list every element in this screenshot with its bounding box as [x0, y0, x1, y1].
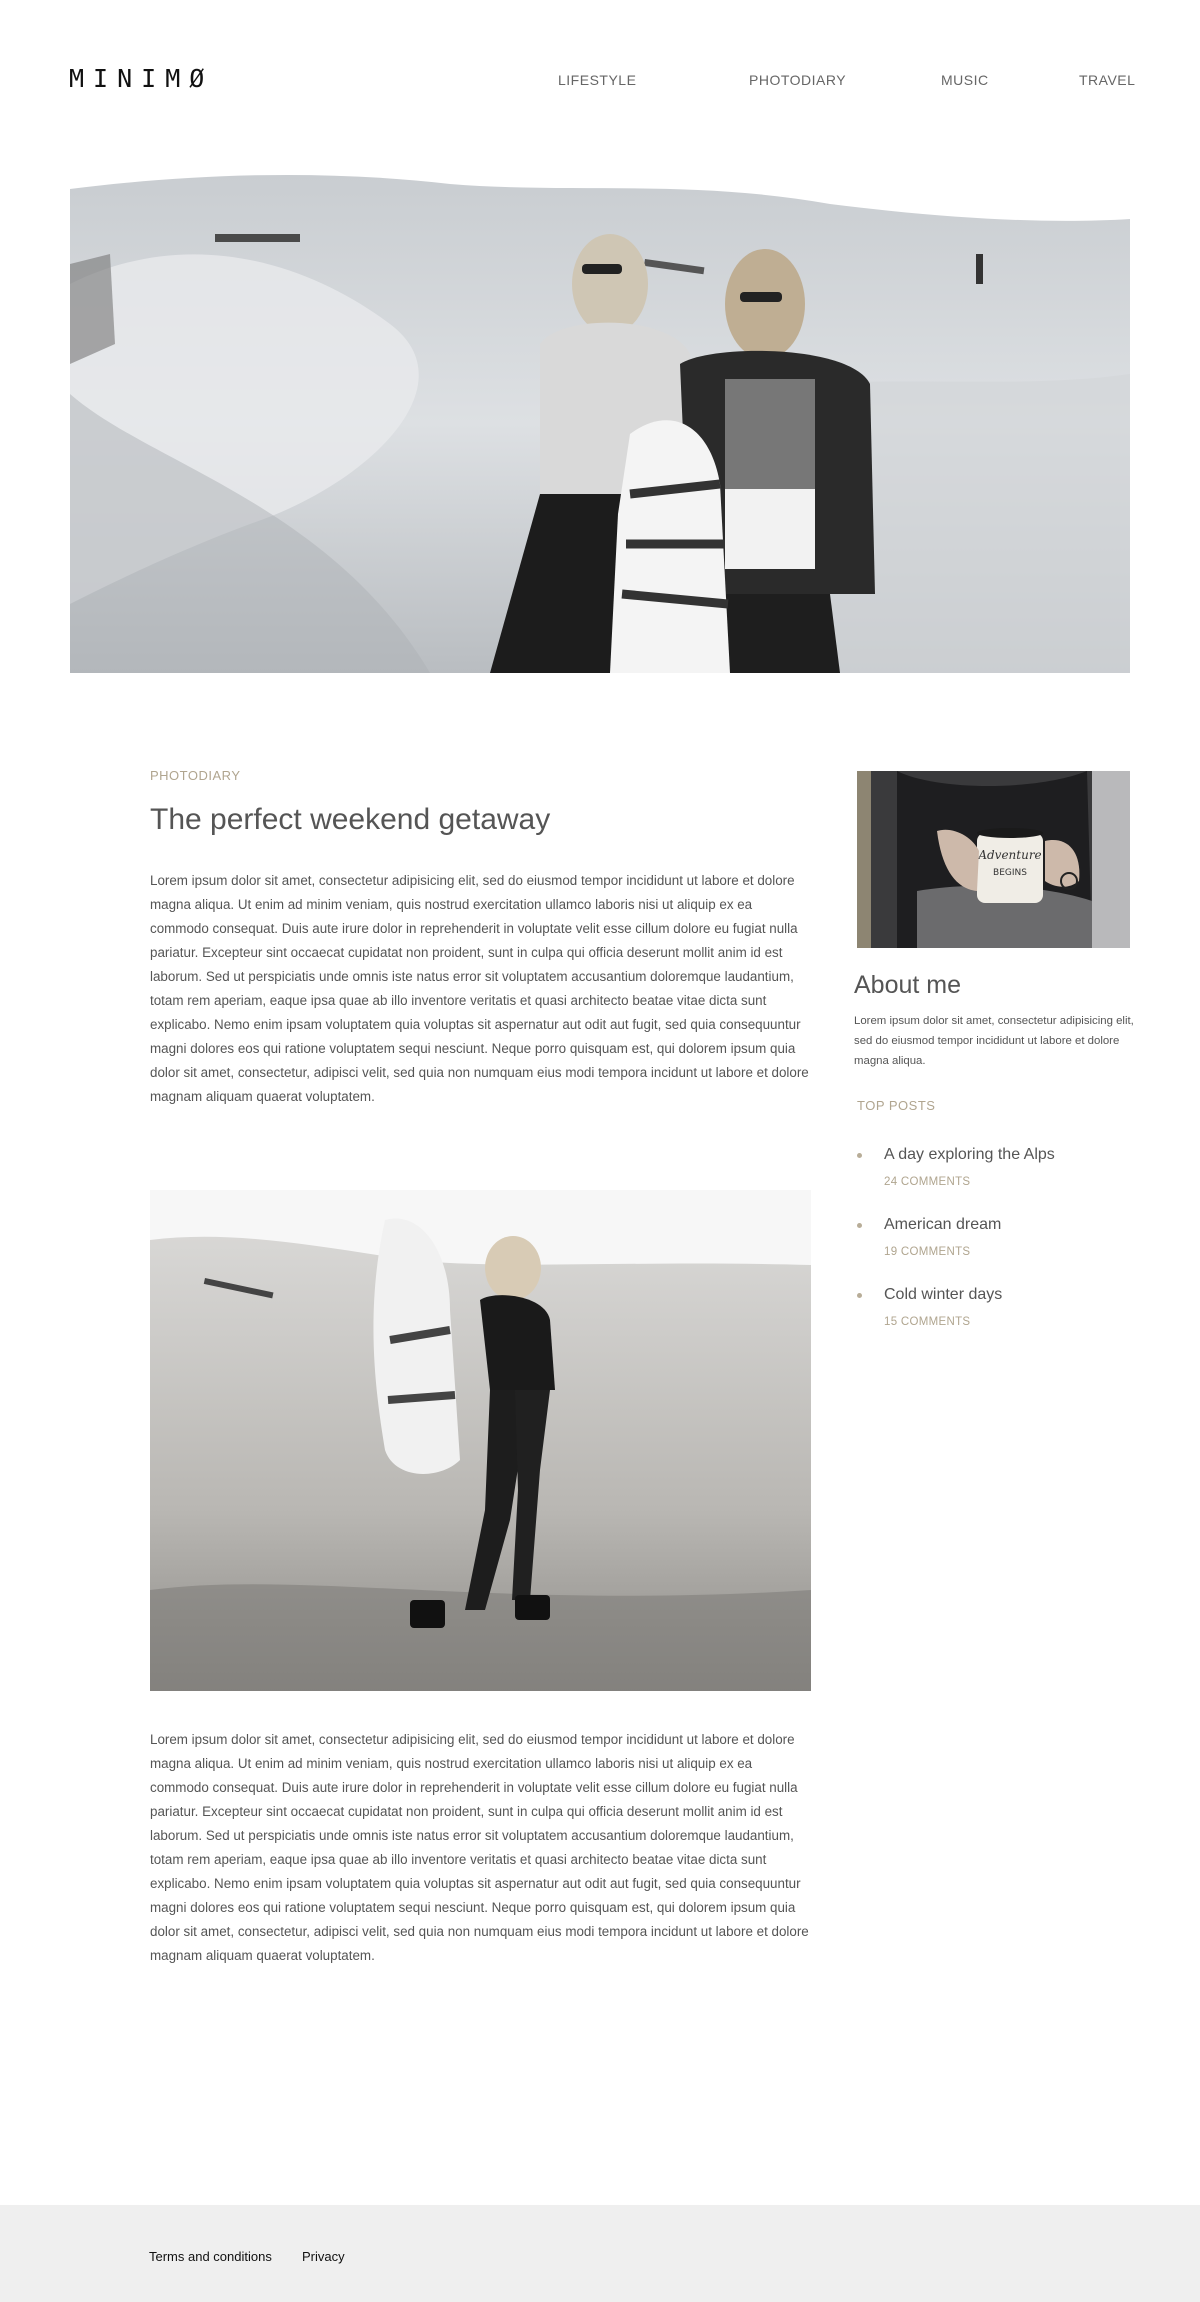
- hero-image: [70, 164, 1130, 673]
- bullet-dot-icon: [857, 1223, 862, 1228]
- article-paragraph-1: Lorem ipsum dolor sit amet, consectetur …: [150, 873, 809, 1104]
- top-post-title[interactable]: Cold winter days: [884, 1286, 1002, 1304]
- site-footer: Terms and conditions Privacy: [0, 2205, 1200, 2302]
- top-post-title[interactable]: American dream: [884, 1216, 1001, 1234]
- mug-text-adventure: Adventure: [977, 848, 1041, 862]
- nav-item-travel[interactable]: TRAVEL: [1079, 72, 1135, 88]
- nav-item-lifestyle[interactable]: LIFESTYLE: [558, 72, 636, 88]
- top-post-title[interactable]: A day exploring the Alps: [884, 1146, 1055, 1164]
- bullet-dot-icon: [857, 1153, 862, 1158]
- top-post-comments[interactable]: 15 COMMENTS: [884, 1316, 970, 1328]
- article-inline-image: [150, 1190, 811, 1691]
- footer-link-terms[interactable]: Terms and conditions: [149, 2249, 272, 2264]
- top-post-item[interactable]: Cold winter days 15 COMMENTS: [857, 1286, 1137, 1336]
- mug-text-begins: BEGINS: [993, 868, 1027, 878]
- nav-item-photodiary[interactable]: PHOTODIARY: [749, 72, 846, 88]
- article-paragraph-2: Lorem ipsum dolor sit amet, consectetur …: [150, 1732, 809, 1963]
- main-nav: LIFESTYLE PHOTODIARY MUSIC TRAVEL: [0, 72, 1200, 92]
- top-post-item[interactable]: A day exploring the Alps 24 COMMENTS: [857, 1146, 1137, 1196]
- footer-link-privacy[interactable]: Privacy: [302, 2249, 345, 2264]
- bullet-dot-icon: [857, 1293, 862, 1298]
- article-category[interactable]: PHOTODIARY: [150, 768, 240, 783]
- article-title: The perfect weekend getaway: [150, 803, 551, 836]
- top-post-comments[interactable]: 19 COMMENTS: [884, 1246, 970, 1258]
- about-me-title: About me: [854, 971, 962, 999]
- about-me-text: Lorem ipsum dolor sit amet, consectetur …: [854, 1015, 1134, 1067]
- top-post-comments[interactable]: 24 COMMENTS: [884, 1176, 970, 1188]
- top-posts-label: TOP POSTS: [857, 1098, 936, 1113]
- nav-item-music[interactable]: MUSIC: [941, 72, 989, 88]
- about-me-image: Adventure BEGINS: [857, 771, 1130, 948]
- top-post-item[interactable]: American dream 19 COMMENTS: [857, 1216, 1137, 1266]
